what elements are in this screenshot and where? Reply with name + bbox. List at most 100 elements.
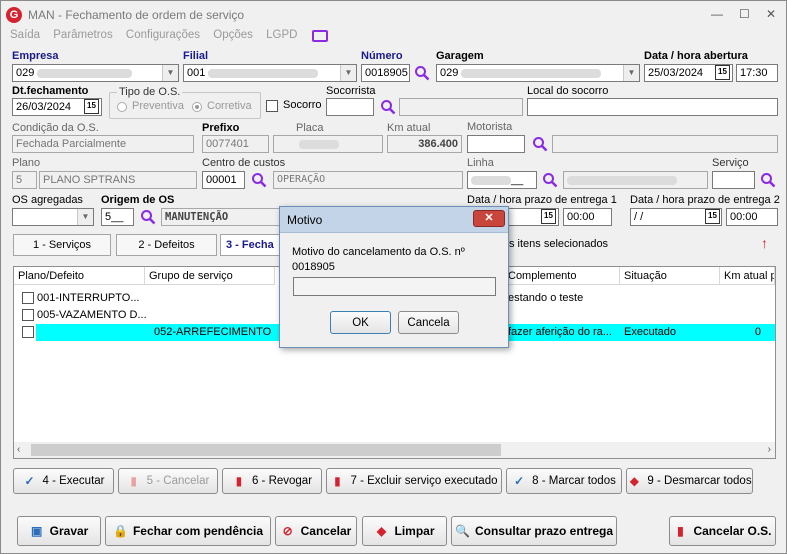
menu-parametros[interactable]: Parâmetros [53,29,112,41]
preventiva-radio[interactable] [117,102,127,112]
row-checkbox[interactable] [22,309,34,321]
column-header-situacao[interactable]: Situação [620,267,720,285]
minimize-button[interactable]: — [711,7,723,21]
socorro-checkbox[interactable] [266,100,278,112]
dialog-message: Motivo do cancelamento da O.S. nº 001890… [292,246,465,273]
chevron-down-icon[interactable]: ▼ [623,65,639,81]
cancelar-label: Cancelar [300,524,352,538]
chevron-down-icon[interactable]: ▼ [162,65,178,81]
no-entry-icon: ⊘ [282,524,293,538]
abertura-label: Data / hora abertura [644,50,748,62]
column-header-complemento[interactable]: Complemento [504,267,620,285]
socorro-label: Socorro [283,99,322,111]
fechar-pendencia-button[interactable]: 🔒 Fechar com pendência [105,516,271,546]
menu-opcoes[interactable]: Opções [213,29,253,41]
limpar-button[interactable]: ◆ Limpar [362,516,447,546]
gravar-label: Gravar [49,524,89,538]
scroll-right-icon[interactable]: › [768,444,771,455]
empresa-value: 029 [16,67,35,79]
filter-icon[interactable] [125,267,145,285]
search-icon[interactable] [532,136,548,152]
motorista-input[interactable] [467,135,525,153]
empresa-select[interactable]: 029 ▼ [12,64,179,82]
dtfech-value: 26/03/2024 [16,101,72,113]
executar-button[interactable]: ✓ 4 - Executar [13,468,114,494]
row-checkbox[interactable] [22,326,34,338]
calendar-icon[interactable]: 15 [84,99,99,114]
search-icon[interactable] [140,209,156,225]
numero-input[interactable]: 0018905 [361,64,410,82]
calendar-icon[interactable]: 15 [705,209,720,224]
column-header-grupo[interactable]: Grupo de serviço [145,267,275,285]
title-bar: G MAN - Fechamento de ordem de serviço —… [1,1,786,29]
cancelar-servico-button[interactable]: ▮ 5 - Cancelar [118,468,218,494]
monitor-icon[interactable] [312,30,328,42]
arrow-up-icon[interactable]: ↑ [761,235,768,251]
calendar-icon[interactable]: 15 [715,65,730,80]
ok-button[interactable]: OK [330,311,391,334]
placa-value [299,139,339,149]
motivo-input[interactable] [293,277,496,296]
search-icon[interactable] [251,172,267,188]
column-header-km[interactable]: Km atual pl [720,267,775,285]
main-window: G MAN - Fechamento de ordem de serviço —… [0,0,787,554]
search-icon[interactable] [414,65,430,81]
eraser-icon: ◆ [629,474,640,488]
socorrista-input[interactable] [326,98,374,116]
tab-servicos[interactable]: 1 - Serviços [13,234,111,256]
prazo1-label: Data / hora prazo de entrega 1 [467,194,617,206]
abertura-time-input[interactable]: 17:30 [736,64,778,82]
servico-input[interactable] [712,171,755,189]
prazo2-time-input[interactable]: 00:00 [726,208,778,226]
scroll-left-icon[interactable]: ‹ [17,444,20,455]
horizontal-scrollbar[interactable]: ‹ › [14,442,775,458]
executar-label: 4 - Executar [42,475,105,487]
local-socorro-input[interactable] [527,98,778,116]
tab-fechamento[interactable]: 3 - Fecha [220,234,280,256]
menu-configuracoes[interactable]: Configurações [126,29,200,41]
row-checkbox[interactable] [22,292,34,304]
gravar-button[interactable]: ▣ Gravar [17,516,101,546]
check-icon: ✓ [514,474,525,488]
selected-items-note: s itens selecionados [509,238,609,250]
row-complemento: fazer aferição do ra... [508,326,612,338]
search-icon[interactable] [380,99,396,115]
calendar-icon[interactable]: 15 [541,209,556,224]
cancela-button[interactable]: Cancela [398,311,459,334]
garagem-select[interactable]: 029 ▼ [436,64,640,82]
linha-code: __ [511,174,524,186]
linha-input[interactable]: __ [467,171,537,189]
dialog-close-button[interactable]: ✕ [473,210,505,227]
menu-saida[interactable]: Saída [10,29,40,41]
condicao-input: Fechada Parcialmente [12,135,194,153]
search-icon[interactable] [760,172,776,188]
chevron-down-icon[interactable]: ▼ [77,209,93,225]
tab-defeitos[interactable]: 2 - Defeitos [116,234,217,256]
chevron-down-icon[interactable]: ▼ [340,65,356,81]
scrollbar-thumb[interactable] [31,444,501,456]
close-button[interactable]: ✕ [766,7,776,21]
desmarcar-todos-button[interactable]: ◆ 9 - Desmarcar todos [626,468,753,494]
origem-code-input[interactable]: 5__ [101,208,134,226]
revogar-button[interactable]: ▮ 6 - Revogar [222,468,322,494]
consultar-prazo-button[interactable]: 🔍 Consultar prazo entrega [451,516,617,546]
motorista-label: Motorista [467,121,513,133]
filial-select[interactable]: 001 ▼ [183,64,357,82]
maximize-button[interactable]: ☐ [739,7,750,21]
plano-label: Plano [12,157,41,169]
centro-code-input[interactable]: 00001 [202,171,245,189]
cancelar-button[interactable]: ⊘ Cancelar [275,516,357,546]
cancelar-os-button[interactable]: ▮ Cancelar O.S. [669,516,776,546]
menu-lgpd[interactable]: LGPD [266,29,297,41]
prazo1-time-input[interactable]: 00:00 [563,208,612,226]
marcar-todos-button[interactable]: ✓ 8 - Marcar todos [506,468,622,494]
excluir-servico-button[interactable]: ▮ 7 - Excluir serviço executado [326,468,502,494]
garagem-label: Garagem [436,50,484,62]
menu-bar: Saída Parâmetros Configurações Opções LG… [10,29,307,45]
corretiva-radio[interactable] [192,102,202,112]
row-complemento: estando o teste [508,292,584,304]
trash-icon: ▮ [235,474,243,488]
search-icon[interactable] [542,172,558,188]
agregadas-select[interactable]: ▼ [12,208,94,226]
trash-icon: ▮ [677,524,684,538]
